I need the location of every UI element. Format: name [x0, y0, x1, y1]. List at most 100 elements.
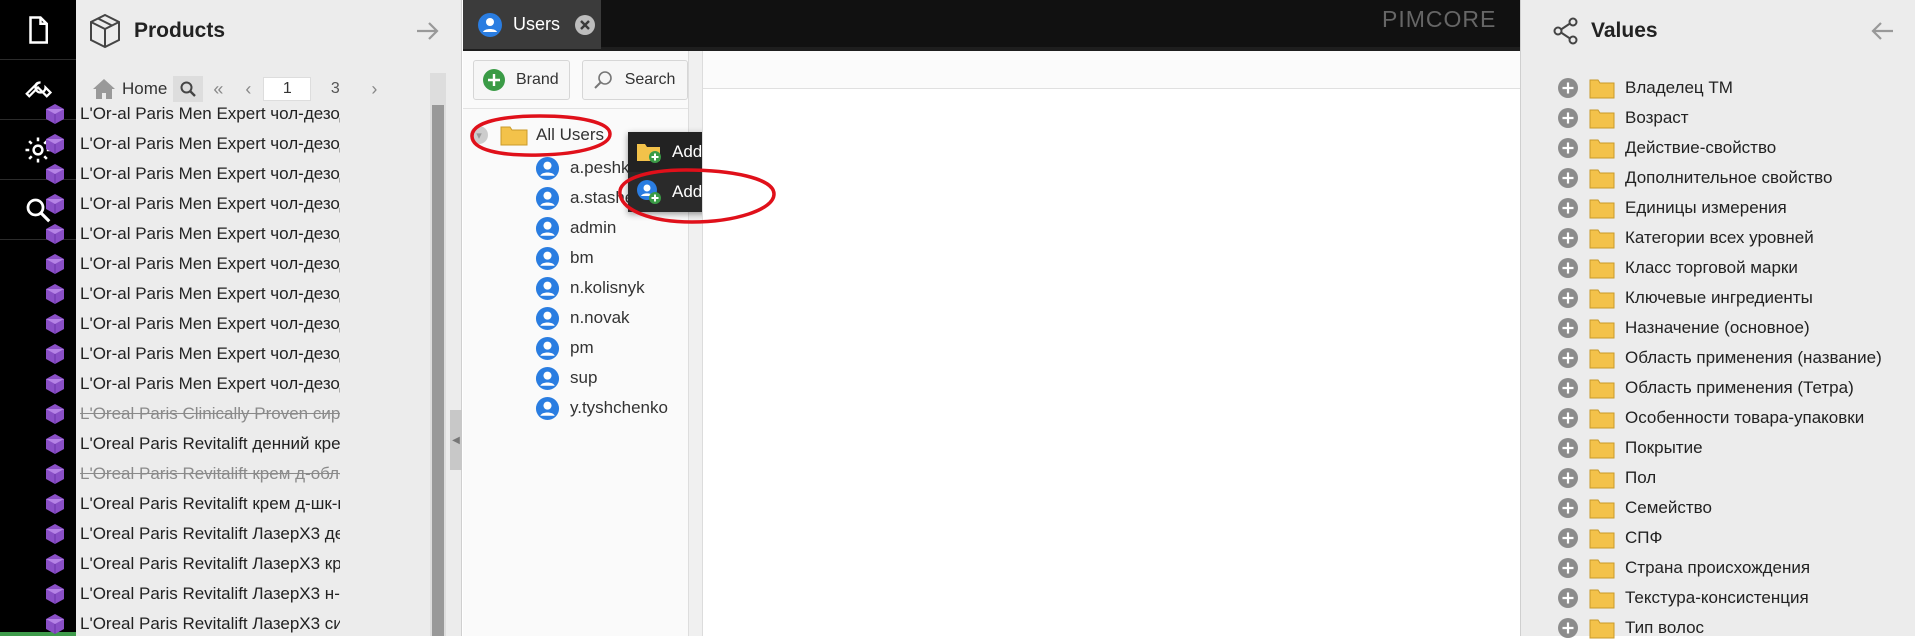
- expand-plus-icon[interactable]: [1557, 377, 1579, 399]
- values-tree-item[interactable]: Ключевые ингредиенты: [1557, 283, 1882, 313]
- expand-plus-icon[interactable]: [1557, 437, 1579, 459]
- values-tree-item[interactable]: Страна происхождения: [1557, 553, 1882, 583]
- user-tree-item[interactable]: n.kolisnyk: [466, 273, 668, 303]
- expand-plus-icon[interactable]: [1557, 317, 1579, 339]
- users-search-button[interactable]: Search: [581, 59, 688, 100]
- product-tree-item[interactable]: L'Oreal Paris Clinically Proven сироватк…: [44, 399, 434, 429]
- user-label: bm: [570, 248, 594, 267]
- value-folder-label: Назначение (основное): [1625, 318, 1810, 337]
- product-label: L'Or-al Paris Men Expert чол-дезодорант: [80, 254, 340, 273]
- user-tree-item[interactable]: admin: [466, 213, 668, 243]
- values-tree-item[interactable]: Действие-свойство: [1557, 133, 1882, 163]
- close-icon[interactable]: [574, 14, 596, 36]
- product-label: L'Oreal Paris Revitalift крем д-обл-очей: [80, 464, 340, 483]
- product-tree-item[interactable]: L'Or-al Paris Men Expert чол-дезодорант: [44, 279, 434, 309]
- search-icon: [593, 70, 612, 89]
- home-icon[interactable]: [92, 78, 116, 100]
- page-number-input[interactable]: 1: [263, 77, 312, 101]
- values-tree-item[interactable]: Категории всех уровней: [1557, 223, 1882, 253]
- values-tree-item[interactable]: Пол: [1557, 463, 1882, 493]
- expand-plus-icon[interactable]: [1557, 287, 1579, 309]
- values-tree-item[interactable]: СПФ: [1557, 523, 1882, 553]
- expand-plus-icon[interactable]: [1557, 467, 1579, 489]
- users-toolbar: Brand Search: [463, 51, 688, 109]
- product-tree-item[interactable]: L'Or-al Paris Men Expert чол-дезодорант: [44, 129, 434, 159]
- product-tree-item[interactable]: L'Or-al Paris Men Expert чол-дезодорант: [44, 189, 434, 219]
- user-tree-item[interactable]: sup: [466, 363, 668, 393]
- expand-plus-icon[interactable]: [1557, 347, 1579, 369]
- values-tree-item[interactable]: Особенности товара-упаковки: [1557, 403, 1882, 433]
- product-tree-item[interactable]: L'Or-al Paris Men Expert чол-дезодорант: [44, 249, 434, 279]
- file-icon: [29, 15, 48, 44]
- collapse-toggle-icon[interactable]: ▾: [470, 126, 488, 144]
- expand-plus-icon[interactable]: [1557, 167, 1579, 189]
- expand-plus-icon[interactable]: [1557, 77, 1579, 99]
- product-tree-item[interactable]: L'Or-al Paris Men Expert чол-дезодорант: [44, 219, 434, 249]
- value-folder-label: Единицы измерения: [1625, 198, 1787, 217]
- user-icon: [535, 396, 560, 420]
- products-scrollbar-thumb[interactable]: [432, 105, 444, 636]
- values-tree-item[interactable]: Класс торговой марки: [1557, 253, 1882, 283]
- product-tree-item[interactable]: L'Or-al Paris Men Expert чол-дезодорант: [44, 339, 434, 369]
- values-tree-item[interactable]: Возраст: [1557, 103, 1882, 133]
- user-label: n.novak: [570, 308, 630, 327]
- values-tree-item[interactable]: Семейство: [1557, 493, 1882, 523]
- user-tree-item[interactable]: n.novak: [466, 303, 668, 333]
- expand-plus-icon[interactable]: [1557, 527, 1579, 549]
- product-tree-item[interactable]: L'Oreal Paris Revitalift ЛазерХ3 сироват…: [44, 609, 434, 639]
- product-label: L'Or-al Paris Men Expert чол-дезодорант: [80, 374, 340, 393]
- expand-plus-icon[interactable]: [1557, 557, 1579, 579]
- expand-plus-icon[interactable]: [1557, 197, 1579, 219]
- product-tree-item[interactable]: L'Or-al Paris Men Expert чол-дезодорант: [44, 159, 434, 189]
- product-tree-item[interactable]: L'Oreal Paris Revitalift денний крем: [44, 429, 434, 459]
- arrow-left-icon[interactable]: [1869, 19, 1895, 43]
- values-tree-item[interactable]: Единицы измерения: [1557, 193, 1882, 223]
- folder-icon: [500, 126, 528, 146]
- add-folder-icon: [637, 144, 661, 163]
- value-folder-label: Класс торговой марки: [1625, 258, 1798, 277]
- breadcrumb-home[interactable]: Home: [122, 79, 167, 99]
- value-folder-label: СПФ: [1625, 528, 1663, 547]
- expand-plus-icon[interactable]: [1557, 227, 1579, 249]
- values-tree-item[interactable]: Тип волос: [1557, 613, 1882, 643]
- expand-plus-icon[interactable]: [1557, 107, 1579, 129]
- user-label: admin: [570, 218, 617, 237]
- sidebar-documents-button[interactable]: [0, 0, 76, 60]
- product-tree-item[interactable]: L'Oreal Paris Revitalift крем д-шк-навк: [44, 489, 434, 519]
- product-tree-item[interactable]: L'Or-al Paris Men Expert чол-дезодорант: [44, 369, 434, 399]
- user-tree-item[interactable]: y.tyshchenko: [466, 393, 668, 423]
- value-folder-label: Область применения (название): [1625, 348, 1882, 367]
- product-tree-item[interactable]: L'Oreal Paris Revitalift ЛазерХ3 крем: [44, 549, 434, 579]
- values-tree-item[interactable]: Покрытие: [1557, 433, 1882, 463]
- user-tree-item[interactable]: bm: [466, 243, 668, 273]
- folder-icon: [1589, 229, 1615, 248]
- expand-plus-icon[interactable]: [1557, 407, 1579, 429]
- values-tree-item[interactable]: Область применения (Тетра): [1557, 373, 1882, 403]
- expand-plus-icon[interactable]: [1557, 137, 1579, 159]
- folder-icon: [1589, 319, 1615, 338]
- values-tree-item[interactable]: Текстура-консистенция: [1557, 583, 1882, 613]
- folder-icon: [1589, 109, 1615, 128]
- user-icon: [535, 366, 560, 390]
- left-panel-collapse-handle[interactable]: ◀: [450, 410, 462, 470]
- product-tree-item[interactable]: L'Oreal Paris Revitalift ЛазерХ3 н-ч: [44, 579, 434, 609]
- product-tree-item[interactable]: L'Oreal Paris Revitalift ЛазерХ3 денний: [44, 519, 434, 549]
- values-tree-item[interactable]: Назначение (основное): [1557, 313, 1882, 343]
- arrow-right-icon[interactable]: [415, 19, 441, 43]
- product-label: L'Or-al Paris Men Expert чол-дезодорант: [80, 104, 340, 123]
- product-label: L'Or-al Paris Men Expert чол-дезодорант: [80, 134, 340, 153]
- product-label: L'Oreal Paris Revitalift ЛазерХ3 сироват…: [80, 614, 340, 633]
- expand-plus-icon[interactable]: [1557, 257, 1579, 279]
- product-tree-item[interactable]: L'Oreal Paris Revitalift крем д-обл-очей: [44, 459, 434, 489]
- user-tree-item[interactable]: pm: [466, 333, 668, 363]
- brand-button[interactable]: Brand: [473, 59, 570, 100]
- product-tree-item[interactable]: L'Or-al Paris Men Expert чол-дезодорант: [44, 309, 434, 339]
- product-tree-item[interactable]: L'Or-al Paris Men Expert чол-дезодорант: [44, 99, 434, 129]
- values-tree-item[interactable]: Область применения (название): [1557, 343, 1882, 373]
- values-tree-item[interactable]: Владелец ТМ: [1557, 73, 1882, 103]
- expand-plus-icon[interactable]: [1557, 497, 1579, 519]
- brand-button-label: Brand: [516, 70, 559, 88]
- tab-users[interactable]: Users: [463, 0, 601, 49]
- values-tree-item[interactable]: Дополнительное свойство: [1557, 163, 1882, 193]
- expand-plus-icon[interactable]: [1557, 587, 1579, 609]
